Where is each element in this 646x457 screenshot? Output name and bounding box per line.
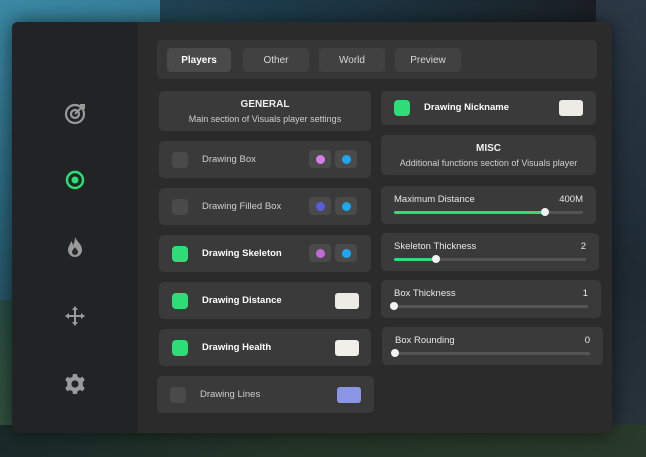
color-dot xyxy=(315,248,325,258)
drawing-filled-box-color1-picker[interactable] xyxy=(309,197,331,215)
general-subtitle: Main section of Visuals player settings xyxy=(188,114,342,124)
drawing-filled-box-color2-picker[interactable] xyxy=(335,197,357,215)
content-area: Players Other World Preview GENERAL Main… xyxy=(137,22,612,433)
misc-section-header: MISC Additional functions section of Vis… xyxy=(381,135,596,175)
option-drawing-distance[interactable]: Drawing Distance xyxy=(159,282,371,319)
slider-fill xyxy=(394,211,546,214)
option-drawing-box[interactable]: Drawing Box xyxy=(159,141,371,178)
drawing-distance-checkbox[interactable] xyxy=(172,293,188,309)
sidebar-item-misc[interactable] xyxy=(62,234,88,260)
slider-skeleton-thickness: Skeleton Thickness 2 xyxy=(381,233,599,271)
drawing-filled-box-label: Drawing Filled Box xyxy=(202,201,282,212)
drawing-skeleton-label: Drawing Skeleton xyxy=(202,248,282,259)
drawing-lines-checkbox[interactable] xyxy=(170,387,186,403)
maximum-distance-track[interactable] xyxy=(394,208,583,216)
color-dot xyxy=(341,154,351,164)
color-dot xyxy=(315,201,325,211)
drawing-health-color-swatch[interactable] xyxy=(335,340,359,356)
drawing-filled-box-checkbox[interactable] xyxy=(172,199,188,215)
flame-icon xyxy=(68,237,82,257)
misc-subtitle: Additional functions section of Visuals … xyxy=(399,158,578,168)
option-drawing-filled-box[interactable]: Drawing Filled Box xyxy=(159,188,371,225)
sidebar-item-movement[interactable] xyxy=(62,303,88,329)
drawing-lines-label: Drawing Lines xyxy=(200,389,261,400)
tab-players[interactable]: Players xyxy=(167,48,231,72)
skeleton-thickness-value: 2 xyxy=(580,241,586,252)
move-icon xyxy=(65,306,85,326)
drawing-health-label: Drawing Health xyxy=(202,342,272,353)
drawing-lines-color-swatch[interactable] xyxy=(337,387,361,403)
slider-box-rounding: Box Rounding 0 xyxy=(382,327,603,365)
skeleton-thickness-label: Skeleton Thickness xyxy=(394,241,477,252)
eye-icon xyxy=(65,170,85,190)
option-drawing-health[interactable]: Drawing Health xyxy=(159,329,371,366)
option-drawing-lines[interactable]: Drawing Lines xyxy=(157,376,374,413)
slider-handle[interactable] xyxy=(390,302,398,310)
box-rounding-label: Box Rounding xyxy=(395,335,455,346)
slider-handle[interactable] xyxy=(541,208,550,216)
sidebar xyxy=(12,22,137,433)
gear-icon xyxy=(65,374,85,394)
drawing-nickname-color-swatch[interactable] xyxy=(559,100,583,116)
general-section-header: GENERAL Main section of Visuals player s… xyxy=(159,91,371,131)
drawing-distance-label: Drawing Distance xyxy=(202,295,282,306)
maximum-distance-label: Maximum Distance xyxy=(394,194,475,205)
sidebar-item-settings[interactable] xyxy=(62,371,88,397)
tab-preview[interactable]: Preview xyxy=(395,48,461,72)
drawing-box-color2-picker[interactable] xyxy=(335,150,357,168)
color-dot xyxy=(341,248,351,258)
target-icon xyxy=(64,103,86,125)
option-drawing-skeleton[interactable]: Drawing Skeleton xyxy=(159,235,371,272)
sidebar-item-visuals[interactable] xyxy=(62,167,88,193)
maximum-distance-value: 400M xyxy=(559,194,583,205)
drawing-skeleton-color1-picker[interactable] xyxy=(309,244,331,262)
general-title: GENERAL xyxy=(240,99,290,110)
drawing-health-checkbox[interactable] xyxy=(172,340,188,356)
settings-window: Players Other World Preview GENERAL Main… xyxy=(12,22,612,433)
drawing-distance-color-swatch[interactable] xyxy=(335,293,359,309)
box-rounding-value: 0 xyxy=(584,335,590,346)
drawing-skeleton-checkbox[interactable] xyxy=(172,246,188,262)
box-thickness-track[interactable] xyxy=(390,302,588,310)
slider-handle[interactable] xyxy=(391,349,399,357)
drawing-box-checkbox[interactable] xyxy=(172,152,188,168)
skeleton-thickness-track[interactable] xyxy=(394,255,586,263)
drawing-nickname-label: Drawing Nickname xyxy=(424,102,509,113)
slider-handle[interactable] xyxy=(432,255,441,263)
sidebar-item-aim[interactable] xyxy=(62,101,88,127)
box-thickness-label: Box Thickness xyxy=(394,288,456,299)
drawing-box-label: Drawing Box xyxy=(202,154,256,165)
tab-world[interactable]: World xyxy=(319,48,385,72)
misc-title: MISC xyxy=(476,143,501,154)
box-thickness-value: 1 xyxy=(582,288,588,299)
drawing-skeleton-color2-picker[interactable] xyxy=(335,244,357,262)
color-dot xyxy=(341,201,351,211)
drawing-box-color1-picker[interactable] xyxy=(309,150,331,168)
slider-maximum-distance: Maximum Distance 400M xyxy=(381,186,596,224)
tabs-bar: Players Other World Preview xyxy=(157,40,597,79)
box-rounding-track[interactable] xyxy=(391,349,590,357)
option-drawing-nickname[interactable]: Drawing Nickname xyxy=(381,91,596,125)
slider-fill xyxy=(394,258,437,261)
slider-box-thickness: Box Thickness 1 xyxy=(381,280,601,318)
drawing-nickname-checkbox[interactable] xyxy=(394,100,410,116)
color-dot xyxy=(315,154,325,164)
tab-other[interactable]: Other xyxy=(243,48,309,72)
